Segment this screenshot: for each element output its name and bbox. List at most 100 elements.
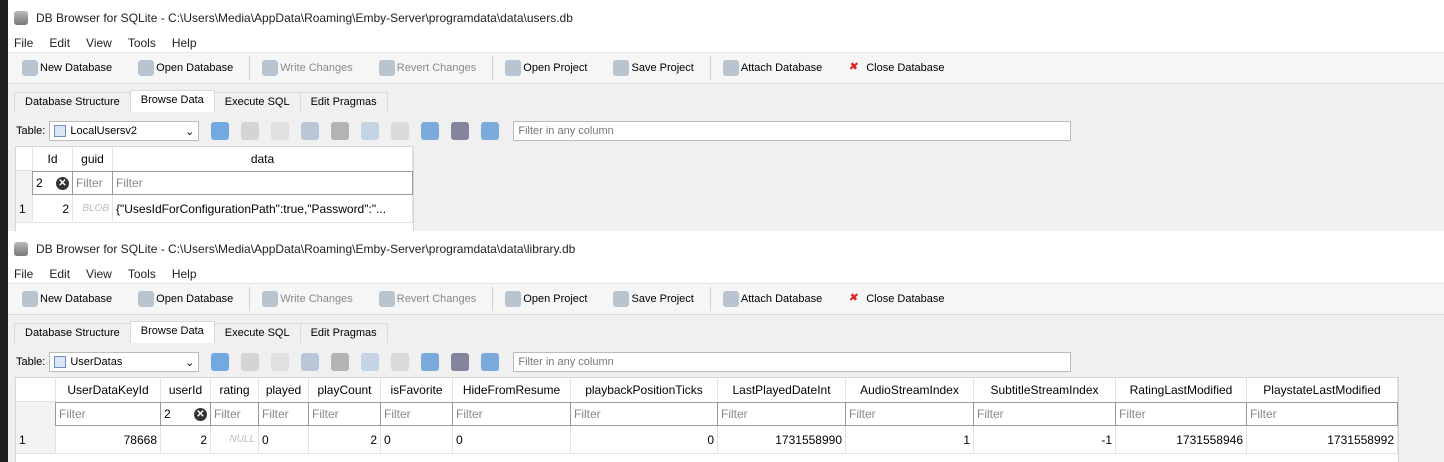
row-number[interactable]: 1	[16, 195, 33, 223]
table-cell[interactable]: 2	[309, 426, 381, 454]
close-database-button[interactable]: ✖ Close Database	[842, 287, 950, 311]
table-cell[interactable]: 2	[33, 195, 73, 223]
tab-browse-data[interactable]: Browse Data	[129, 90, 215, 112]
clear-filter-icon[interactable]: ✕	[56, 176, 69, 190]
table-cell[interactable]: 1731558992	[1247, 426, 1398, 454]
filter-guid[interactable]: Filter	[72, 171, 113, 195]
delete-record-icon[interactable]	[391, 353, 410, 371]
table-cell[interactable]: -1	[974, 426, 1116, 454]
column-header-playcount[interactable]: playCount	[309, 378, 381, 402]
column-header-playbackpositionticks[interactable]: playbackPositionTicks	[571, 378, 718, 402]
delete-record-icon[interactable]	[391, 122, 410, 140]
revert-changes-button[interactable]: Revert Changes	[373, 56, 483, 80]
menu-edit[interactable]: Edit	[47, 267, 78, 283]
new-database-button[interactable]: New Database	[16, 287, 118, 311]
save-project-button[interactable]: Save Project	[607, 287, 699, 311]
open-project-button[interactable]: Open Project	[499, 56, 593, 80]
column-header-isfavorite[interactable]: isFavorite	[381, 378, 453, 402]
table-cell[interactable]: 2	[161, 426, 211, 454]
table-cell[interactable]: BLOB	[73, 195, 113, 223]
table-cell[interactable]: 78668	[56, 426, 161, 454]
menu-help[interactable]: Help	[170, 36, 205, 52]
menu-tools[interactable]: Tools	[126, 267, 164, 283]
menu-view[interactable]: View	[84, 267, 120, 283]
table-cell[interactable]: {"UsesIdForConfigurationPath":true,"Pass…	[113, 195, 413, 223]
new-database-button[interactable]: New Database	[16, 56, 118, 80]
menu-file[interactable]: File	[12, 267, 41, 283]
open-database-button[interactable]: Open Database	[132, 56, 239, 80]
close-database-button[interactable]: ✖ Close Database	[842, 56, 950, 80]
table-cell[interactable]: 1731558946	[1116, 426, 1247, 454]
filter-isfavorite[interactable]: Filter	[380, 402, 453, 426]
attach-database-button[interactable]: Attach Database	[717, 287, 828, 311]
filter-userid[interactable]: 2 ✕	[160, 402, 211, 426]
table-select[interactable]: UserDatas ⌄	[49, 352, 200, 372]
clear-filters-icon[interactable]	[241, 353, 260, 371]
clear-sorting-icon[interactable]	[271, 353, 290, 371]
table-cell[interactable]: 0	[453, 426, 571, 454]
column-header-playstatelastmodified[interactable]: PlaystateLastModified	[1247, 378, 1398, 402]
tab-database-structure[interactable]: Database Structure	[14, 323, 131, 343]
filter-playstatelastmodified[interactable]: Filter	[1246, 402, 1398, 426]
menu-view[interactable]: View	[84, 36, 120, 52]
refresh-icon[interactable]	[211, 122, 230, 140]
open-project-button[interactable]: Open Project	[499, 287, 593, 311]
insert-record-icon[interactable]	[361, 353, 380, 371]
tab-execute-sql[interactable]: Execute SQL	[213, 92, 301, 112]
column-header-userid[interactable]: userId	[161, 378, 211, 402]
table-cell[interactable]: 1731558990	[718, 426, 846, 454]
clear-sorting-icon[interactable]	[271, 122, 290, 140]
save-results-icon[interactable]	[301, 353, 320, 371]
write-changes-button[interactable]: Write Changes	[256, 287, 359, 311]
refresh-icon[interactable]	[211, 353, 230, 371]
filter-audiostreamindex[interactable]: Filter	[845, 402, 974, 426]
filter-played[interactable]: Filter	[258, 402, 309, 426]
tab-execute-sql[interactable]: Execute SQL	[213, 323, 301, 343]
print-icon[interactable]	[331, 353, 350, 371]
filter-hidefromresume[interactable]: Filter	[452, 402, 571, 426]
table-cell[interactable]: 0	[571, 426, 718, 454]
write-changes-button[interactable]: Write Changes	[256, 56, 359, 80]
filter-id[interactable]: 2 ✕	[32, 171, 73, 195]
clear-filters-icon[interactable]	[241, 122, 260, 140]
column-header-audiostreamindex[interactable]: AudioStreamIndex	[846, 378, 974, 402]
column-header-ratinglastmodified[interactable]: RatingLastModified	[1116, 378, 1247, 402]
filter-data[interactable]: Filter	[112, 171, 413, 195]
table-cell[interactable]: 0	[381, 426, 453, 454]
filter-any-column-input[interactable]: Filter in any column	[513, 121, 1072, 141]
tab-database-structure[interactable]: Database Structure	[14, 92, 131, 112]
attach-database-button[interactable]: Attach Database	[717, 56, 828, 80]
table-select[interactable]: LocalUsersv2 ⌄	[49, 121, 200, 141]
menu-tools[interactable]: Tools	[126, 36, 164, 52]
set-null-icon[interactable]	[481, 122, 500, 140]
filter-playbackpositionticks[interactable]: Filter	[570, 402, 718, 426]
column-header-rating[interactable]: rating	[211, 378, 259, 402]
revert-changes-button[interactable]: Revert Changes	[373, 287, 483, 311]
filter-ratinglastmodified[interactable]: Filter	[1115, 402, 1247, 426]
open-database-button[interactable]: Open Database	[132, 287, 239, 311]
column-header-id[interactable]: Id	[33, 147, 73, 171]
filter-rating[interactable]: Filter	[210, 402, 259, 426]
filter-subtitlestreamindex[interactable]: Filter	[973, 402, 1116, 426]
row-number[interactable]: 1	[16, 426, 56, 454]
column-header-lastplayeddateint[interactable]: LastPlayedDateInt	[718, 378, 846, 402]
font-icon[interactable]	[421, 122, 440, 140]
menu-edit[interactable]: Edit	[47, 36, 78, 52]
column-header-guid[interactable]: guid	[73, 147, 113, 171]
table-cell[interactable]: NULL	[211, 426, 259, 454]
filter-lastplayeddateint[interactable]: Filter	[717, 402, 846, 426]
column-header-data[interactable]: data	[113, 147, 413, 171]
column-header-hidefromresume[interactable]: HideFromResume	[453, 378, 571, 402]
print-icon[interactable]	[331, 122, 350, 140]
tab-browse-data[interactable]: Browse Data	[129, 321, 215, 343]
clear-filter-icon[interactable]: ✕	[194, 407, 207, 421]
menu-file[interactable]: File	[12, 36, 41, 52]
tab-edit-pragmas[interactable]: Edit Pragmas	[299, 323, 388, 343]
table-cell[interactable]: 0	[259, 426, 309, 454]
tab-edit-pragmas[interactable]: Edit Pragmas	[299, 92, 388, 112]
encoding-icon[interactable]	[451, 353, 470, 371]
filter-playcount[interactable]: Filter	[308, 402, 381, 426]
filter-any-column-input[interactable]: Filter in any column	[513, 352, 1072, 372]
menu-help[interactable]: Help	[170, 267, 205, 283]
insert-record-icon[interactable]	[361, 122, 380, 140]
